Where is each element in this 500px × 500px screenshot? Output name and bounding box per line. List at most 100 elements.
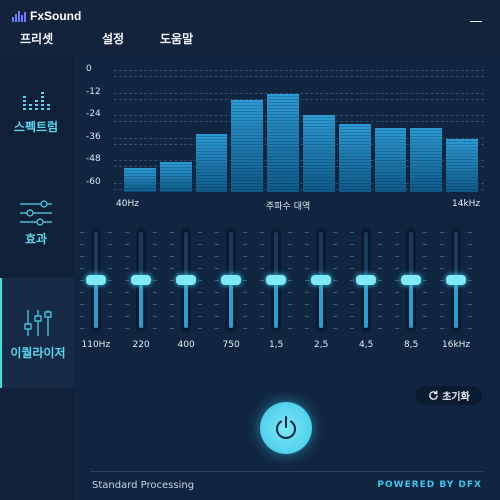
- footer-divider: [90, 471, 484, 472]
- slider-tick: [423, 304, 427, 305]
- main-panel: 0 -12 -24 -36 -48 -60 40Hz 주파수 대역 14kHz 110Hz…: [74, 56, 500, 500]
- slider-tick: [243, 328, 247, 329]
- eq-slider-4[interactable]: [215, 228, 247, 332]
- slider-tick: [395, 328, 399, 329]
- slider-tick: [170, 280, 174, 281]
- slider-tick: [80, 244, 84, 245]
- slider-thumb[interactable]: [356, 275, 376, 285]
- slider-tick: [468, 316, 472, 317]
- slider-tick: [260, 328, 264, 329]
- slider-tick: [440, 256, 444, 257]
- slider-tick: [198, 316, 202, 317]
- slider-tick: [198, 292, 202, 293]
- slider-tick: [153, 316, 157, 317]
- slider-tick: [260, 316, 264, 317]
- slider-tick: [440, 328, 444, 329]
- eq-slider-1[interactable]: [80, 228, 112, 332]
- eq-slider-2[interactable]: [125, 228, 157, 332]
- slider-tick: [468, 232, 472, 233]
- slider-fill: [139, 285, 143, 328]
- slider-tick: [395, 256, 399, 257]
- slider-thumb[interactable]: [446, 275, 466, 285]
- grid-line: [114, 70, 484, 71]
- eq-slider-3[interactable]: [170, 228, 202, 332]
- slider-tick: [440, 268, 444, 269]
- slider-tick: [468, 256, 472, 257]
- slider-tick: [153, 328, 157, 329]
- slider-tick: [423, 316, 427, 317]
- slider-tick: [423, 244, 427, 245]
- grid-line: [114, 121, 484, 123]
- eq-slider-9[interactable]: [440, 228, 472, 332]
- slider-tick: [108, 232, 112, 233]
- slider-tick: [198, 280, 202, 281]
- y-tick-label: -12: [86, 86, 101, 97]
- power-button[interactable]: [260, 402, 312, 454]
- slider-tick: [378, 304, 382, 305]
- eq-slider-7[interactable]: [350, 228, 382, 332]
- sidebar-item-spectrum[interactable]: 스펙트럼: [0, 86, 72, 146]
- slider-thumb[interactable]: [176, 275, 196, 285]
- eq-slider-6[interactable]: [305, 228, 337, 332]
- slider-thumb[interactable]: [221, 275, 241, 285]
- slider-tick: [288, 316, 292, 317]
- spectrum-bar: [374, 128, 407, 192]
- slider-tick: [170, 304, 174, 305]
- slider-tick: [333, 244, 337, 245]
- slider-thumb[interactable]: [131, 275, 151, 285]
- sidebar-item-effects[interactable]: 효과: [0, 196, 72, 256]
- slider-tick: [305, 280, 309, 281]
- slider-thumb[interactable]: [266, 275, 286, 285]
- slider-tick: [215, 280, 219, 281]
- slider-tick: [333, 292, 337, 293]
- slider-tick: [350, 256, 354, 257]
- slider-tick: [215, 268, 219, 269]
- spectrum-bar: [410, 128, 443, 192]
- slider-tick: [243, 304, 247, 305]
- slider-tick: [215, 316, 219, 317]
- slider-tick: [378, 244, 382, 245]
- slider-tick: [198, 268, 202, 269]
- eq-slider-5[interactable]: [260, 228, 292, 332]
- y-tick-label: -60: [86, 176, 101, 187]
- slider-tick: [333, 268, 337, 269]
- slider-tick: [198, 232, 202, 233]
- sidebar-item-label: 이퀄라이저: [10, 346, 66, 360]
- slider-tick: [378, 316, 382, 317]
- slider-tick: [108, 304, 112, 305]
- slider-tick: [260, 244, 264, 245]
- spectrum-bar: [338, 124, 371, 192]
- menu-help[interactable]: 도움말: [160, 30, 193, 47]
- reset-button[interactable]: 초기화: [416, 386, 482, 405]
- slider-tick: [423, 280, 427, 281]
- slider-tick: [215, 244, 219, 245]
- slider-tick: [108, 328, 112, 329]
- slider-tick: [153, 268, 157, 269]
- slider-tick: [108, 268, 112, 269]
- slider-tick: [305, 232, 309, 233]
- slider-thumb[interactable]: [401, 275, 421, 285]
- slider-tick: [260, 268, 264, 269]
- slider-tick: [198, 256, 202, 257]
- spectrum-bar: [303, 115, 335, 192]
- slider-tick: [125, 244, 129, 245]
- sidebar-item-equalizer[interactable]: 이퀄라이저: [0, 278, 74, 388]
- slider-thumb[interactable]: [86, 275, 106, 285]
- menu-presets[interactable]: 프리셋: [20, 30, 53, 47]
- slider-tick: [260, 256, 264, 257]
- menu-settings[interactable]: 설정: [102, 30, 124, 47]
- slider-tick: [423, 328, 427, 329]
- slider-thumb[interactable]: [311, 275, 331, 285]
- powered-by-label: POWERED BY DFX: [377, 480, 482, 490]
- slider-tick: [80, 232, 84, 233]
- slider-tick: [260, 232, 264, 233]
- equalizer-icon: [24, 310, 52, 336]
- spectrum-bar: [446, 139, 478, 192]
- minimize-icon[interactable]: [470, 12, 482, 24]
- slider-tick: [378, 268, 382, 269]
- slider-tick: [440, 232, 444, 233]
- sidebar-item-label: 스펙트럼: [13, 120, 59, 134]
- slider-tick: [468, 292, 472, 293]
- spectrum-bar: [267, 94, 299, 192]
- eq-slider-8[interactable]: [395, 228, 427, 332]
